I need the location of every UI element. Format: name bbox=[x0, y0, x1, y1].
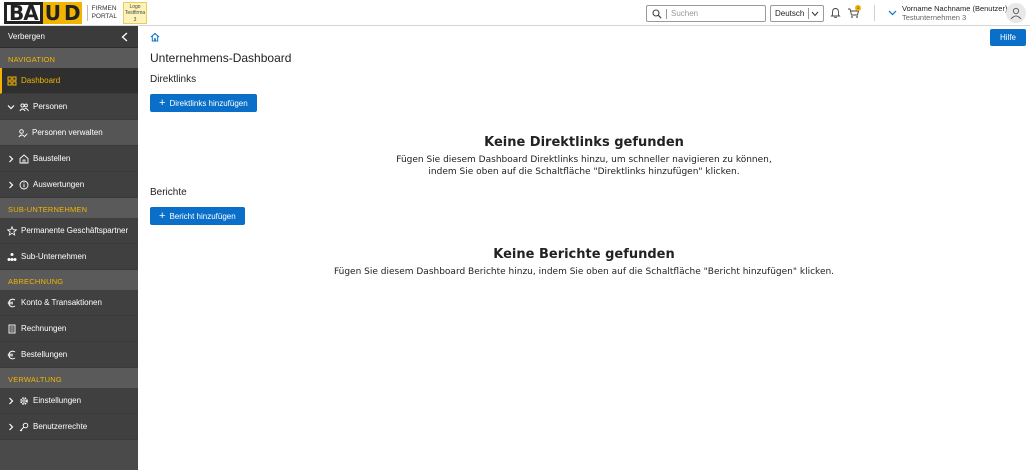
sidebar: Verbergen NAVIGATION Dashboard Personen … bbox=[0, 26, 138, 470]
direct-links-empty-state: Keine Direktlinks gefunden Fügen Sie die… bbox=[138, 135, 1030, 178]
user-edit-icon bbox=[18, 128, 28, 137]
sidebar-item-invoices[interactable]: Rechnungen bbox=[0, 316, 138, 342]
search-input[interactable] bbox=[671, 9, 751, 18]
page-title: Unternehmens-Dashboard bbox=[150, 51, 292, 65]
sidebar-item-manage-persons[interactable]: Personen verwalten bbox=[0, 120, 138, 146]
badge-line3: 3 bbox=[133, 16, 137, 23]
sidebar-item-label: Bestellungen bbox=[21, 350, 68, 359]
logo-text-d: D bbox=[61, 0, 82, 25]
sidebar-hide-label: Verbergen bbox=[8, 32, 45, 41]
top-header: BAUD FIRMEN PORTAL Logo Testfirma 3 Deut… bbox=[0, 0, 1030, 26]
building-icon bbox=[19, 153, 29, 163]
search-separator bbox=[666, 8, 667, 19]
sidebar-item-persons[interactable]: Personen bbox=[0, 94, 138, 120]
euro-icon bbox=[7, 350, 16, 359]
main-content: Hilfe Unternehmens-Dashboard Direktlinks… bbox=[138, 26, 1030, 470]
select-divider bbox=[808, 8, 810, 19]
sidebar-item-label: Einstellungen bbox=[33, 396, 82, 405]
sidebar-section-billing: ABRECHNUNG bbox=[0, 270, 138, 290]
chevron-down-icon bbox=[7, 104, 15, 109]
direct-links-heading: Direktlinks bbox=[150, 74, 197, 85]
sidebar-item-label: Baustellen bbox=[33, 154, 71, 163]
chevron-down-icon bbox=[811, 11, 819, 16]
chevron-right-icon bbox=[9, 423, 14, 430]
avatar[interactable] bbox=[1006, 3, 1026, 23]
chevron-right-icon bbox=[9, 181, 14, 188]
reports-empty-title: Keine Berichte gefunden bbox=[493, 247, 675, 262]
logo-subtitle: FIRMEN PORTAL bbox=[86, 4, 118, 21]
chevron-right-icon bbox=[9, 397, 14, 404]
sidebar-item-label: Personen verwalten bbox=[32, 128, 103, 137]
language-selected-value: Deutsch bbox=[775, 9, 805, 18]
user-menu[interactable]: Vorname Nachname (Benutzer) Testunterneh… bbox=[902, 4, 1007, 22]
add-report-button[interactable]: + Bericht hinzufügen bbox=[150, 207, 245, 225]
reports-empty-state: Keine Berichte gefunden Fügen Sie diesem… bbox=[138, 247, 1030, 278]
sidebar-item-account[interactable]: Konto & Transaktionen bbox=[0, 290, 138, 316]
key-icon bbox=[19, 422, 29, 431]
sidebar-item-settings[interactable]: Einstellungen bbox=[0, 388, 138, 414]
sidebar-item-label: Rechnungen bbox=[21, 324, 67, 333]
add-direct-links-button[interactable]: + Direktlinks hinzufügen bbox=[150, 94, 257, 112]
direct-links-empty-title: Keine Direktlinks gefunden bbox=[484, 135, 684, 150]
search-box[interactable] bbox=[646, 5, 766, 22]
document-icon bbox=[8, 324, 16, 333]
sidebar-hide-toggle[interactable]: Verbergen bbox=[0, 26, 138, 48]
sidebar-item-reports[interactable]: Auswertungen bbox=[0, 172, 138, 198]
sidebar-item-label: Personen bbox=[33, 102, 68, 111]
reports-empty-line1: Fügen Sie diesem Dashboard Berichte hinz… bbox=[333, 267, 835, 277]
badge-line2: Testfirma bbox=[124, 10, 146, 16]
sidebar-item-dashboard[interactable]: Dashboard bbox=[0, 68, 138, 94]
add-direct-links-label: Direktlinks hinzufügen bbox=[169, 98, 248, 108]
sidebar-item-label: Konto & Transaktionen bbox=[21, 298, 102, 307]
help-button[interactable]: Hilfe bbox=[990, 29, 1026, 46]
logo-sub-line2: PORTAL bbox=[91, 12, 118, 20]
sidebar-item-rights[interactable]: Benutzerrechte bbox=[0, 414, 138, 440]
sidebar-section-navigation: NAVIGATION bbox=[0, 48, 138, 68]
sidebar-item-label: Dashboard bbox=[21, 76, 61, 85]
sidebar-item-label: Sub-Unternehmen bbox=[21, 252, 87, 261]
sidebar-section-sub-companies: SUB-UNTERNEHMEN bbox=[0, 198, 138, 218]
language-select[interactable]: Deutsch bbox=[770, 5, 824, 22]
sidebar-item-sites[interactable]: Baustellen bbox=[0, 146, 138, 172]
plus-icon: + bbox=[159, 96, 166, 109]
add-report-label: Bericht hinzufügen bbox=[169, 211, 236, 221]
grid-icon bbox=[7, 76, 17, 86]
cart-count-badge: 1 bbox=[855, 5, 861, 11]
bell-icon[interactable] bbox=[830, 7, 841, 19]
header-divider bbox=[874, 5, 875, 21]
tenant-logo-badge: Logo Testfirma 3 bbox=[123, 1, 148, 24]
info-icon bbox=[19, 180, 29, 189]
chevron-left-icon bbox=[121, 32, 128, 41]
people-icon bbox=[19, 102, 29, 111]
euro-icon bbox=[7, 298, 16, 307]
hierarchy-icon bbox=[7, 252, 17, 261]
chevron-down-icon[interactable] bbox=[888, 8, 897, 17]
logo-mark: BA U D bbox=[4, 0, 82, 25]
sidebar-item-label: Benutzerrechte bbox=[33, 422, 88, 431]
sidebar-item-subcompanies[interactable]: Sub-Unternehmen bbox=[0, 244, 138, 270]
direct-links-empty-line2: indem Sie oben auf die Schaltfläche "Dir… bbox=[428, 167, 740, 177]
sidebar-item-partners[interactable]: Permanente Geschäftspartner bbox=[0, 218, 138, 244]
star-icon bbox=[7, 225, 17, 236]
reports-heading: Berichte bbox=[150, 187, 187, 198]
sidebar-section-administration: VERWALTUNG bbox=[0, 368, 138, 388]
user-icon bbox=[1010, 7, 1022, 20]
user-name: Vorname Nachname (Benutzer) bbox=[902, 4, 1008, 13]
gear-icon bbox=[20, 396, 28, 405]
sidebar-item-label: Permanente Geschäftspartner bbox=[21, 226, 129, 235]
sidebar-item-label: Auswertungen bbox=[33, 180, 85, 189]
logo-text-u: U bbox=[42, 0, 62, 25]
plus-icon: + bbox=[159, 209, 166, 222]
direct-links-empty-line1: Fügen Sie diesem Dashboard Direktlinks h… bbox=[396, 155, 772, 165]
home-icon[interactable] bbox=[150, 32, 160, 42]
user-company: Testunternehmen 3 bbox=[902, 13, 967, 22]
sidebar-item-orders[interactable]: Bestellungen bbox=[0, 342, 138, 368]
company-logo[interactable]: BA U D FIRMEN PORTAL Logo Testfirma 3 bbox=[0, 0, 148, 26]
chevron-right-icon bbox=[9, 155, 14, 162]
search-icon bbox=[652, 8, 662, 19]
logo-text-ba: BA bbox=[4, 1, 43, 24]
logo-sub-line1: FIRMEN bbox=[91, 4, 117, 12]
